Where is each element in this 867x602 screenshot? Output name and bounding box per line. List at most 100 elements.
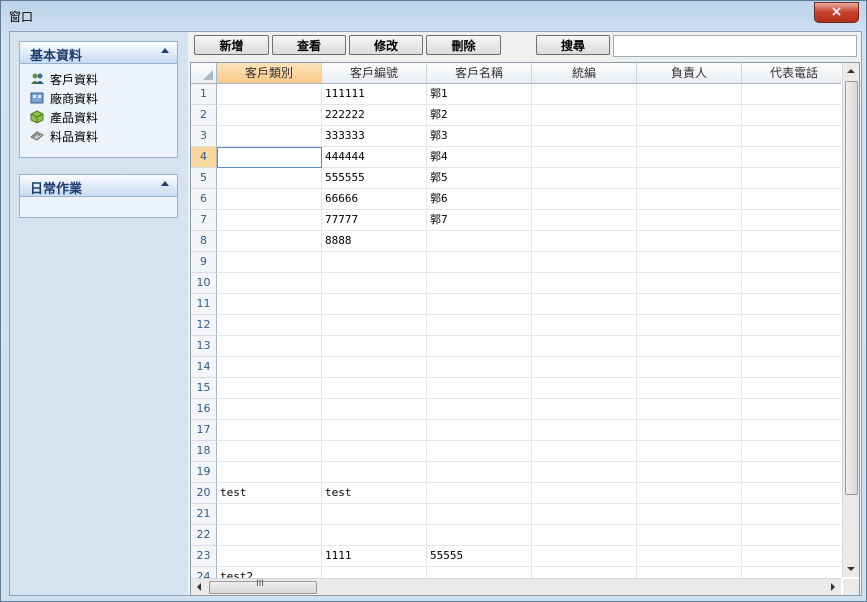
table-cell[interactable] [532, 336, 637, 357]
edit-button[interactable]: 修改 [349, 35, 423, 55]
table-cell[interactable] [532, 273, 637, 294]
table-cell[interactable] [217, 462, 322, 483]
table-cell[interactable] [742, 252, 841, 273]
table-cell[interactable] [427, 378, 532, 399]
table-cell[interactable] [217, 315, 322, 336]
table-cell[interactable] [532, 210, 637, 231]
table-cell[interactable] [637, 147, 742, 168]
table-row[interactable]: 7 77777 郭7 [191, 210, 841, 231]
row-header[interactable]: 19 [191, 462, 217, 483]
table-cell[interactable]: test [217, 483, 322, 504]
row-header[interactable]: 8 [191, 231, 217, 252]
table-row[interactable]: 19 [191, 462, 841, 483]
delete-button[interactable]: 刪除 [426, 35, 501, 55]
row-header[interactable]: 16 [191, 399, 217, 420]
row-header[interactable]: 3 [191, 126, 217, 147]
table-cell[interactable] [322, 525, 427, 546]
table-cell[interactable] [532, 357, 637, 378]
table-row[interactable]: 1 111111 郭1 [191, 84, 841, 105]
table-cell[interactable] [322, 504, 427, 525]
table-cell[interactable]: 郭2 [427, 105, 532, 126]
table-cell[interactable] [742, 168, 841, 189]
table-cell[interactable] [637, 525, 742, 546]
table-cell[interactable] [637, 441, 742, 462]
table-cell[interactable] [532, 315, 637, 336]
row-header[interactable]: 20 [191, 483, 217, 504]
table-cell[interactable] [637, 273, 742, 294]
collapse-arrow-icon[interactable] [161, 48, 169, 53]
table-cell[interactable] [217, 504, 322, 525]
search-button[interactable]: 搜尋 [536, 35, 610, 55]
table-cell[interactable] [217, 357, 322, 378]
scroll-right-icon[interactable] [831, 583, 835, 591]
table-cell[interactable] [637, 420, 742, 441]
table-cell[interactable] [322, 399, 427, 420]
table-cell[interactable]: 222222 [322, 105, 427, 126]
table-row[interactable]: 18 [191, 441, 841, 462]
table-cell[interactable] [532, 147, 637, 168]
table-row[interactable]: 17 [191, 420, 841, 441]
table-cell[interactable] [742, 231, 841, 252]
table-cell[interactable]: 郭3 [427, 126, 532, 147]
table-cell[interactable] [217, 525, 322, 546]
row-header[interactable]: 14 [191, 357, 217, 378]
table-cell[interactable] [217, 420, 322, 441]
table-cell[interactable] [742, 441, 841, 462]
table-cell[interactable] [532, 420, 637, 441]
table-cell[interactable] [637, 483, 742, 504]
table-cell[interactable] [532, 126, 637, 147]
table-cell[interactable] [637, 294, 742, 315]
table-cell[interactable] [742, 84, 841, 105]
table-row[interactable]: 15 [191, 378, 841, 399]
row-header[interactable]: 18 [191, 441, 217, 462]
add-button[interactable]: 新增 [194, 35, 269, 55]
column-header-customer-name[interactable]: 客戶名稱 [427, 63, 532, 83]
table-cell[interactable] [217, 378, 322, 399]
table-cell[interactable] [427, 336, 532, 357]
row-header[interactable]: 17 [191, 420, 217, 441]
panel-daily-ops-header[interactable]: 日常作業 [20, 175, 177, 197]
horizontal-scroll-thumb[interactable]: III [209, 579, 317, 594]
table-cell[interactable] [637, 357, 742, 378]
table-cell[interactable]: 8888 [322, 231, 427, 252]
table-cell[interactable] [322, 252, 427, 273]
table-cell[interactable] [742, 525, 841, 546]
table-cell[interactable] [532, 399, 637, 420]
table-cell[interactable] [217, 147, 322, 168]
table-cell[interactable]: 55555 [427, 546, 532, 567]
table-cell[interactable] [427, 504, 532, 525]
table-cell[interactable] [217, 126, 322, 147]
table-cell[interactable] [322, 315, 427, 336]
table-cell[interactable]: 77777 [322, 210, 427, 231]
table-cell[interactable] [217, 231, 322, 252]
table-cell[interactable] [217, 252, 322, 273]
sidebar-item-customers[interactable]: 客戶資料 [20, 69, 177, 88]
table-cell[interactable] [532, 378, 637, 399]
close-button[interactable]: × [814, 2, 859, 23]
table-cell[interactable] [217, 441, 322, 462]
table-cell[interactable] [742, 336, 841, 357]
table-row[interactable]: 20 test test [191, 483, 841, 504]
row-header[interactable]: 12 [191, 315, 217, 336]
table-cell[interactable] [217, 399, 322, 420]
table-cell[interactable]: 333333 [322, 126, 427, 147]
table-cell[interactable] [217, 189, 322, 210]
row-header[interactable]: 4 [191, 147, 217, 168]
column-header-phone[interactable]: 代表電話 [742, 63, 847, 83]
sidebar-item-vendors[interactable]: 廠商資料 [20, 88, 177, 107]
column-header-customer-id[interactable]: 客戶編號 [322, 63, 427, 83]
table-row[interactable]: 8 8888 [191, 231, 841, 252]
view-button[interactable]: 查看 [272, 35, 346, 55]
table-cell[interactable] [637, 378, 742, 399]
table-row[interactable]: 16 [191, 399, 841, 420]
table-row[interactable]: 12 [191, 315, 841, 336]
table-cell[interactable] [217, 273, 322, 294]
table-cell[interactable] [217, 336, 322, 357]
table-cell[interactable] [637, 399, 742, 420]
table-cell[interactable] [532, 84, 637, 105]
table-cell[interactable] [637, 315, 742, 336]
table-row[interactable]: 23 1111 55555 [191, 546, 841, 567]
table-cell[interactable]: 郭4 [427, 147, 532, 168]
table-cell[interactable]: 66666 [322, 189, 427, 210]
table-cell[interactable] [637, 84, 742, 105]
